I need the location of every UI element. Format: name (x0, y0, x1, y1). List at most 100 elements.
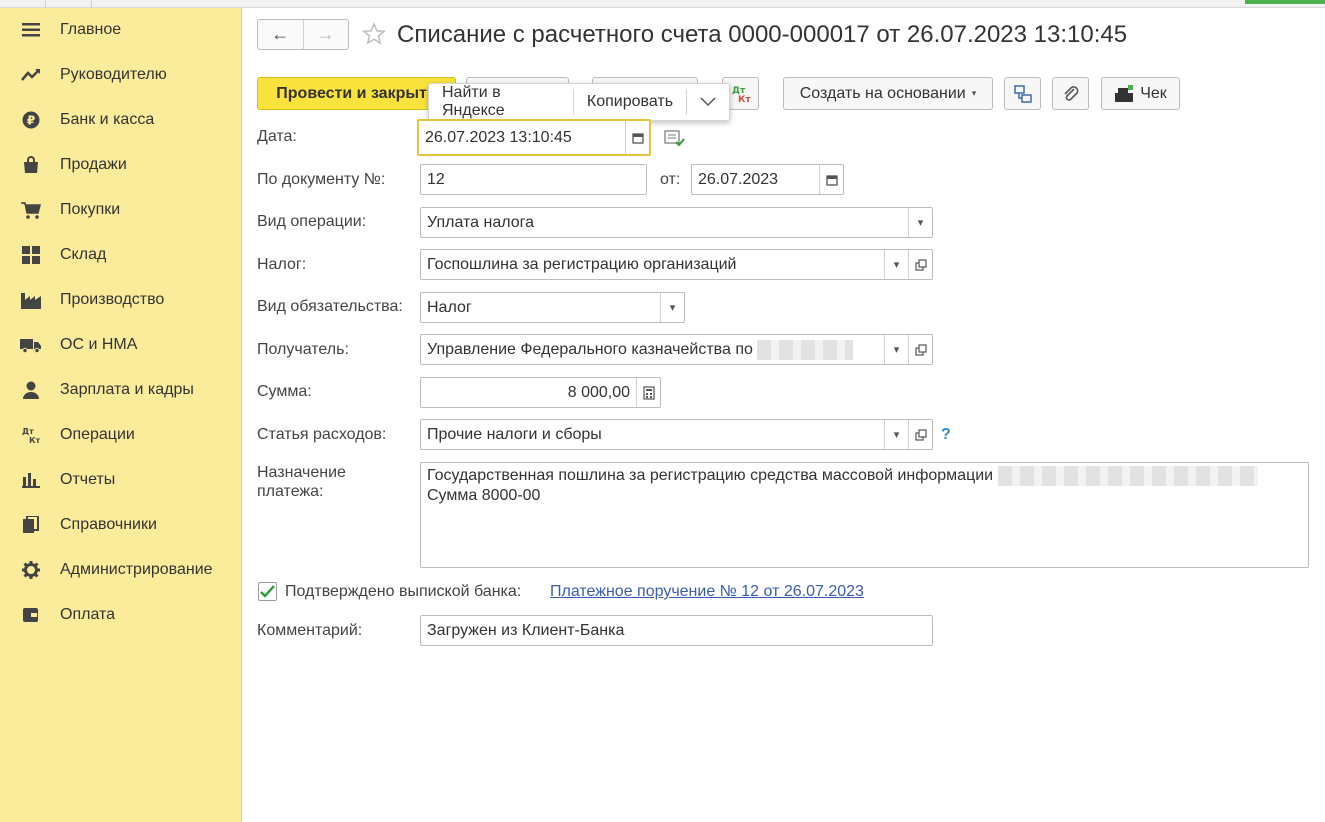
from-date-label: от: (660, 171, 681, 188)
open-icon[interactable] (908, 250, 932, 279)
sidebar-item-reports[interactable]: Отчеты (0, 460, 240, 500)
sidebar-item-label: Склад (60, 246, 107, 263)
paperclip-icon (1063, 85, 1078, 101)
sidebar-item-manager[interactable]: Руководителю (0, 55, 240, 95)
calendar-icon[interactable] (819, 165, 843, 194)
forward-button[interactable]: → (302, 20, 349, 49)
open-icon[interactable] (908, 335, 932, 364)
cash-register-icon (1115, 84, 1134, 102)
date-label: Дата: (257, 128, 297, 145)
structure-button[interactable] (1004, 77, 1041, 110)
more-chevron-icon[interactable] (687, 84, 729, 120)
sidebar-item-label: Зарплата и кадры (60, 381, 194, 398)
obligation-type-label: Вид обязательства: (257, 298, 403, 315)
top-tab[interactable] (0, 0, 46, 8)
sidebar-item-admin[interactable]: Администрирование (0, 550, 240, 590)
recipient-select[interactable]: Управление Федерального казначейства по … (420, 334, 933, 365)
payment-order-link[interactable]: Платежное поручение № 12 от 26.07.2023 (550, 583, 864, 601)
comment-field[interactable]: Загружен из Клиент-Банка (420, 615, 933, 646)
sidebar-item-sales[interactable]: Продажи (0, 145, 240, 185)
expense-item-label: Статья расходов: (257, 426, 387, 443)
sidebar-item-operations[interactable]: Дт Кт Операции (0, 415, 240, 455)
sidebar-item-label: Оплата (60, 606, 116, 623)
sidebar-item-payment[interactable]: Оплата (0, 595, 240, 635)
calendar-icon[interactable] (625, 121, 649, 154)
dt-kt-icon: ДтКт (20, 424, 42, 446)
sidebar-item-label: Отчеты (60, 471, 116, 488)
dropdown-arrow-icon[interactable]: ▾ (884, 420, 908, 449)
tax-select[interactable]: Госпошлина за регистрацию организаций ▾ (420, 249, 933, 280)
page-title: Списание с расчетного счета 0000-000017 … (397, 21, 1128, 48)
sidebar-item-purchases[interactable]: Покупки (0, 190, 240, 230)
expense-item-select[interactable]: Прочие налоги и сборы ▾ (420, 419, 933, 450)
calculator-icon[interactable] (636, 378, 660, 407)
bar-chart-icon (20, 469, 42, 491)
sidebar-item-label: Справочники (60, 516, 157, 533)
sidebar-item-label: Банк и касса (60, 111, 155, 128)
post-and-close-label: Провести и закрыть (276, 84, 437, 102)
sidebar-item-bank[interactable]: ₽ Банк и касса (0, 100, 240, 140)
create-based-on-button[interactable]: Создать на основании ▾ (783, 77, 993, 110)
dropdown-arrow-icon[interactable]: ▾ (884, 335, 908, 364)
svg-text:₽: ₽ (27, 114, 35, 128)
dropdown-arrow-icon[interactable]: ▾ (908, 208, 932, 237)
sidebar-item-production[interactable]: Производство (0, 280, 240, 320)
warehouse-icon (20, 244, 42, 266)
from-date-field[interactable]: 26.07.2023 (691, 164, 844, 195)
sidebar-item-fixed-assets[interactable]: ОС и НМА (0, 325, 240, 365)
svg-text:Кт: Кт (738, 95, 751, 104)
back-button[interactable]: ← (258, 20, 303, 49)
sidebar-item-salary[interactable]: Зарплата и кадры (0, 370, 240, 410)
payment-purpose-text: Государственная пошлина за регистрацию с… (427, 467, 994, 485)
history-nav: ← → (257, 19, 349, 50)
operation-type-select[interactable]: Уплата налога ▾ (420, 207, 933, 238)
post-and-close-button[interactable]: Провести и закрыть (257, 77, 456, 110)
sidebar-item-label: Руководителю (60, 66, 167, 83)
sidebar-item-label: Главное (60, 21, 122, 38)
sidebar-item-main[interactable]: Главное (0, 10, 240, 50)
attach-button[interactable] (1052, 77, 1089, 110)
obligation-type-value: Налог (427, 298, 472, 316)
sidebar-item-label: Покупки (60, 201, 121, 218)
sum-field[interactable]: 8 000,00 (420, 377, 661, 408)
date-field[interactable]: 26.07.2023 13:10:45 (417, 119, 651, 156)
recipient-text: Управление Федерального казначейства по (427, 340, 753, 358)
sidebar-item-label: Администрирование (60, 561, 213, 578)
from-date-value: 26.07.2023 (698, 170, 779, 188)
top-tab[interactable] (46, 0, 92, 8)
sum-label: Сумма: (257, 383, 312, 400)
receipt-button[interactable]: Чек (1101, 77, 1180, 110)
sidebar-item-references[interactable]: Справочники (0, 505, 240, 545)
document-check-icon[interactable] (664, 130, 686, 148)
document-structure-icon (1013, 84, 1032, 103)
redacted-block (997, 466, 1258, 486)
sidebar-item-label: Производство (60, 291, 165, 308)
comment-label: Комментарий: (257, 622, 363, 639)
favorite-star-icon[interactable] (362, 22, 386, 46)
tax-value: Госпошлина за регистрацию организаций (427, 255, 737, 273)
bank-confirmed-label: Подтверждено выпиской банка: (285, 583, 522, 600)
truck-icon (20, 334, 42, 356)
wallet-icon (20, 604, 42, 626)
doc-number-label: По документу №: (257, 171, 386, 188)
copy-item[interactable]: Копировать (574, 84, 686, 120)
doc-number-field[interactable]: 12 (420, 164, 647, 195)
obligation-type-select[interactable]: Налог ▾ (420, 292, 685, 323)
recipient-label: Получатель: (257, 341, 349, 358)
find-in-yandex-item[interactable]: Найти в Яндексе (429, 84, 573, 120)
help-icon[interactable]: ? (941, 426, 951, 444)
open-icon[interactable] (908, 420, 932, 449)
dropdown-arrow-icon[interactable]: ▾ (660, 293, 684, 322)
sidebar-item-warehouse[interactable]: Склад (0, 235, 240, 275)
comment-value: Загружен из Клиент-Банка (427, 621, 625, 639)
sidebar: Главное Руководителю ₽ Банк и касса Прод… (0, 8, 242, 822)
ruble-icon: ₽ (20, 109, 42, 131)
payment-purpose-line: Сумма 8000-00 (427, 487, 541, 505)
bag-icon (20, 154, 42, 176)
dt-kt-icon: ДтКт (732, 86, 751, 104)
payment-purpose-textarea[interactable]: Государственная пошлина за регистрацию с… (420, 462, 1309, 568)
payment-purpose-line: Государственная пошлина за регистрацию с… (427, 466, 1302, 486)
bank-confirmed-checkbox[interactable] (258, 582, 277, 601)
checkmark-icon (260, 585, 275, 598)
dropdown-arrow-icon[interactable]: ▾ (884, 250, 908, 279)
